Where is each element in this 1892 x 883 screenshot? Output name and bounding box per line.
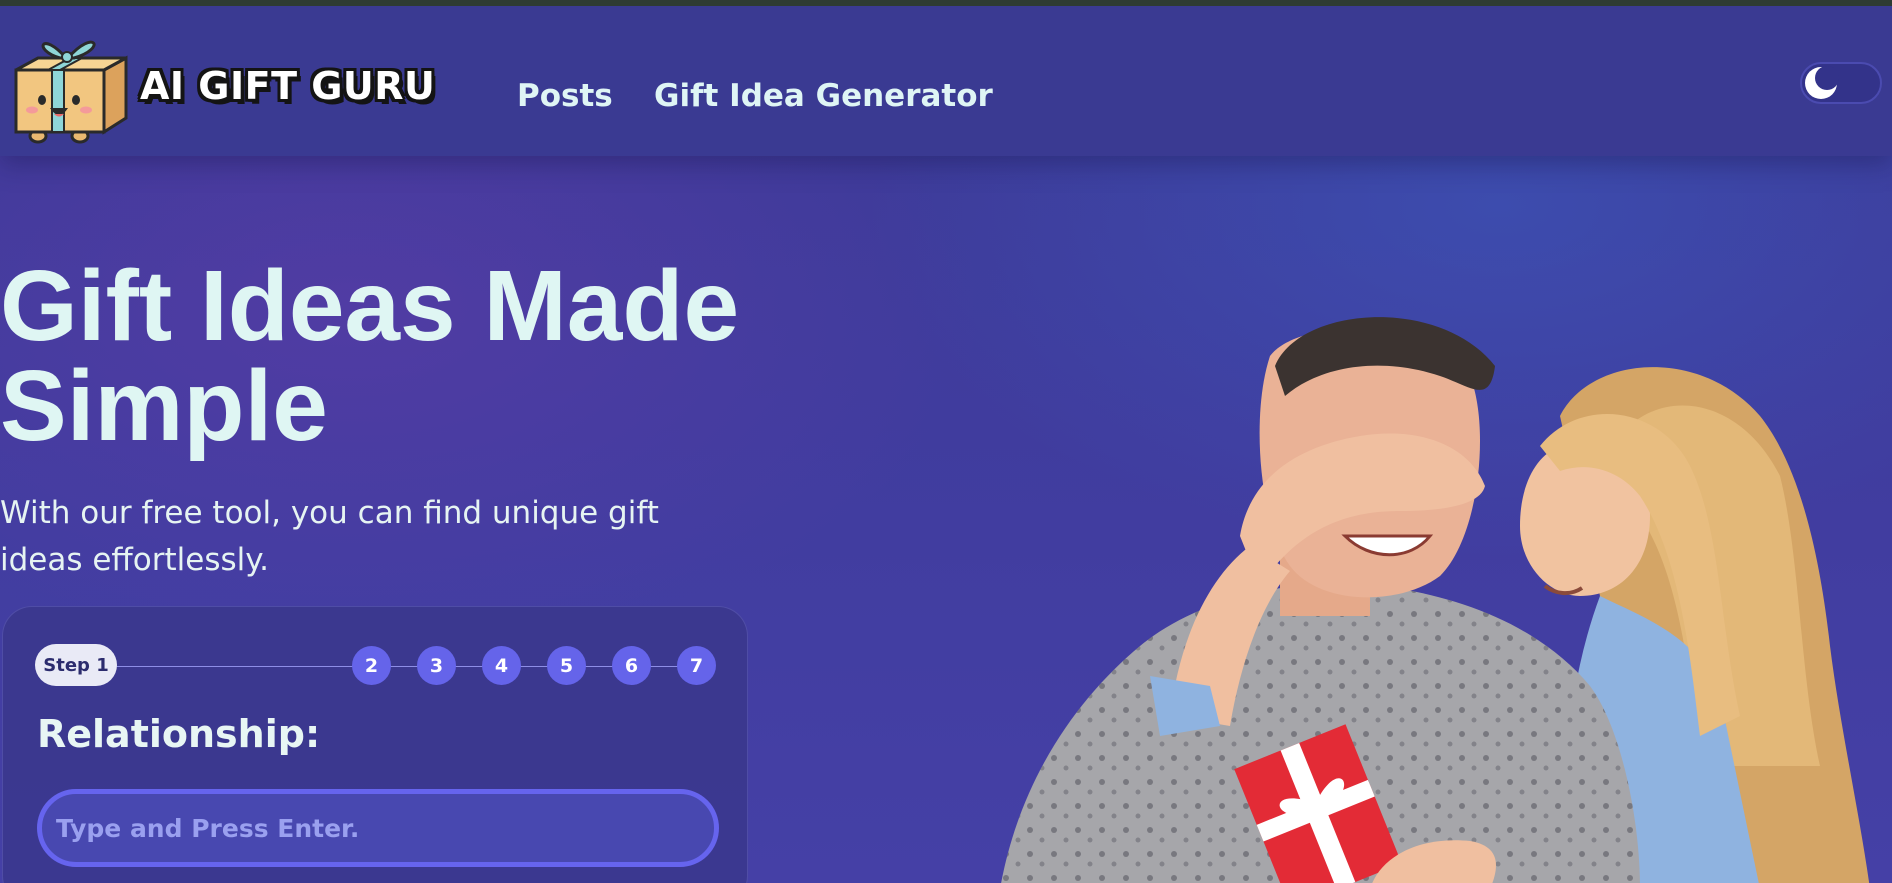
nav-link-posts[interactable]: Posts (517, 78, 613, 114)
step-7-dot[interactable]: 7 (677, 646, 716, 685)
gift-box-mascot-icon[interactable] (12, 20, 130, 144)
hero-title-line1: Gift Ideas Made (0, 250, 740, 362)
hero-title-line2: Simple (0, 350, 328, 462)
relationship-input[interactable] (37, 789, 719, 867)
nav-link-gift-idea-generator[interactable]: Gift Idea Generator (654, 78, 993, 114)
hero-couple-photo (1001, 317, 1870, 883)
brand-name[interactable]: AI GIFT GURU (140, 64, 435, 108)
hero-title: Gift Ideas Made Simple (0, 256, 780, 456)
page: AI GIFT GURU Posts Gift Idea Generator G… (0, 6, 1892, 883)
step-2-dot[interactable]: 2 (352, 646, 391, 685)
hero-subtitle-line1: With our free tool, you can find unique … (0, 495, 659, 531)
site-header: AI GIFT GURU Posts Gift Idea Generator (0, 6, 1892, 156)
step-3-dot[interactable]: 3 (417, 646, 456, 685)
step-progress-line (93, 666, 693, 667)
theme-toggle[interactable] (1800, 62, 1882, 104)
hero-subtitle: With our free tool, you can find unique … (0, 490, 680, 584)
step-6-dot[interactable]: 6 (612, 646, 651, 685)
step-5-dot[interactable]: 5 (547, 646, 586, 685)
step-4-dot[interactable]: 4 (482, 646, 521, 685)
moon-icon (1805, 66, 1839, 99)
gift-form-card: Step 1 2 3 4 5 6 7 Relationship: (2, 606, 748, 883)
relationship-label: Relationship: (37, 712, 321, 756)
step-current-badge[interactable]: Step 1 (35, 644, 117, 686)
hero-subtitle-line2: ideas effortlessly. (0, 542, 270, 578)
